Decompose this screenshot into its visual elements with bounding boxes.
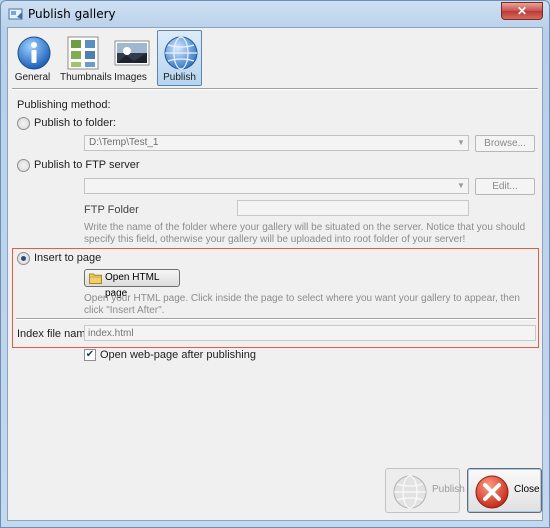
index-file-name-label: Index file name [17, 328, 92, 340]
insert-to-page-radio[interactable] [17, 252, 30, 265]
title-bar[interactable]: Publish gallery ✕ [1, 1, 549, 29]
publish-to-ftp-radio[interactable] [17, 159, 30, 172]
folder-path-value: D:\Temp\Test_1 [89, 137, 159, 148]
publishing-method-label: Publishing method: [17, 99, 111, 111]
index-file-name-input[interactable] [84, 325, 536, 341]
close-button-label: Close [514, 484, 540, 495]
tab-thumbnails-label: Thumbnails [60, 72, 112, 83]
open-html-page-button[interactable]: Open HTML page [84, 269, 180, 299]
publish-to-ftp-label[interactable]: Publish to FTP server [34, 159, 140, 171]
globe-icon [164, 36, 198, 70]
close-x-icon[interactable]: ✕ [501, 2, 543, 20]
folder-path-combo[interactable]: D:\Temp\Test_1 ▼ [84, 135, 469, 151]
tab-general[interactable]: General [10, 30, 55, 86]
browse-button[interactable]: Browse... [475, 135, 535, 152]
open-after-checkbox[interactable]: ✔ [84, 349, 96, 361]
publish-button-label: Publish [432, 484, 465, 495]
tab-images-label: Images [114, 72, 147, 83]
dialog-body: General Thumbnails Images Publish Publis… [7, 27, 543, 521]
publish-to-folder-radio[interactable] [17, 117, 30, 130]
publish-to-folder-label[interactable]: Publish to folder: [34, 117, 116, 129]
window-title: Publish gallery [28, 7, 116, 21]
close-icon [475, 475, 509, 509]
publish-gallery-window: Publish gallery ✕ General Thumbnails Ima… [0, 0, 550, 528]
toolbar-divider [12, 88, 538, 89]
insert-page-hint: Open your HTML page. Click inside the pa… [84, 293, 520, 316]
publish-button[interactable]: Publish [385, 468, 465, 513]
chevron-down-icon[interactable]: ▼ [454, 136, 468, 150]
thumbnails-icon [67, 36, 99, 70]
tab-thumbnails[interactable]: Thumbnails [59, 30, 112, 86]
ftp-folder-input[interactable] [237, 200, 469, 216]
index-divider [16, 318, 536, 319]
publish-gallery-icon [8, 8, 23, 20]
chevron-down-icon[interactable]: ▼ [454, 179, 468, 193]
folder-icon [89, 273, 102, 284]
ftp-folder-hint: Write the name of the folder where your … [84, 222, 526, 245]
ftp-server-combo[interactable]: ▼ [84, 178, 469, 194]
globe-icon [393, 475, 427, 509]
tab-general-label: General [14, 72, 51, 83]
edit-ftp-button[interactable]: Edit... [475, 178, 535, 195]
tab-images[interactable]: Images [108, 30, 153, 86]
info-icon [17, 36, 51, 70]
tab-publish[interactable]: Publish [157, 30, 202, 86]
open-after-label[interactable]: Open web-page after publishing [100, 349, 256, 361]
image-icon [114, 40, 150, 66]
tab-publish-label: Publish [163, 72, 196, 83]
close-button[interactable]: Close [467, 468, 542, 513]
page-toolbar: General Thumbnails Images Publish [8, 28, 542, 88]
insert-to-page-label[interactable]: Insert to page [34, 252, 101, 264]
ftp-folder-label: FTP Folder [84, 204, 139, 216]
